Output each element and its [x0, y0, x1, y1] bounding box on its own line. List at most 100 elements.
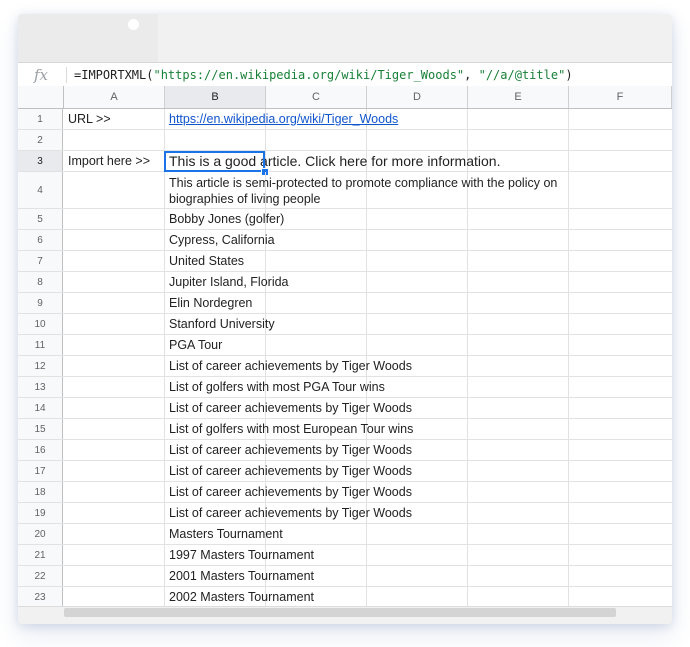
cell-a[interactable]: [64, 335, 165, 355]
horizontal-scrollbar[interactable]: [18, 606, 672, 624]
row-header[interactable]: 5: [18, 209, 63, 229]
cell-b[interactable]: This is a good article. Click here for m…: [165, 151, 645, 171]
cell-a[interactable]: [64, 272, 165, 292]
cell-b[interactable]: Stanford University: [165, 314, 645, 334]
cell-a[interactable]: [64, 130, 165, 150]
row-header[interactable]: 18: [18, 482, 63, 502]
row-header[interactable]: 17: [18, 461, 63, 481]
cell-b[interactable]: PGA Tour: [165, 335, 645, 355]
scrollbar-thumb[interactable]: [64, 608, 616, 617]
cell-b[interactable]: Cypress, California: [165, 230, 645, 250]
row-header[interactable]: 2: [18, 130, 63, 150]
column-header-d[interactable]: D: [367, 86, 468, 108]
cell-a[interactable]: [64, 398, 165, 418]
row-header[interactable]: 6: [18, 230, 63, 250]
cell-a[interactable]: [64, 566, 165, 586]
table-row: 18 List of career achievements by Tiger W…: [18, 482, 672, 503]
formula-xpath-argument: "//a/@title": [478, 68, 566, 82]
row-header[interactable]: 9: [18, 293, 63, 313]
row-header[interactable]: 23: [18, 587, 63, 607]
table-row: 7 United States: [18, 251, 672, 272]
cell-a[interactable]: [64, 172, 165, 208]
row-header[interactable]: 11: [18, 335, 63, 355]
cell-a[interactable]: [64, 461, 165, 481]
select-all-corner[interactable]: [18, 86, 64, 108]
formula-bar[interactable]: fx =IMPORTXML("https://en.wikipedia.org/…: [18, 62, 672, 88]
column-header-a[interactable]: A: [64, 86, 165, 108]
formula-function: =IMPORTXML(: [74, 68, 154, 82]
row-header[interactable]: 15: [18, 419, 63, 439]
cell-a[interactable]: [64, 587, 165, 607]
cell-a[interactable]: [64, 377, 165, 397]
table-row: 22 2001 Masters Tournament: [18, 566, 672, 587]
cell-b[interactable]: List of golfers with most PGA Tour wins: [165, 377, 645, 397]
cell-b[interactable]: List of career achievements by Tiger Woo…: [165, 503, 645, 523]
cell-b[interactable]: Bobby Jones (golfer): [165, 209, 645, 229]
row-header[interactable]: 19: [18, 503, 63, 523]
cell-b[interactable]: Masters Tournament: [165, 524, 645, 544]
cell-b[interactable]: List of career achievements by Tiger Woo…: [165, 398, 645, 418]
url-link-cell[interactable]: https://en.wikipedia.org/wiki/Tiger_Wood…: [165, 109, 645, 129]
column-header-e[interactable]: E: [468, 86, 569, 108]
cell-b[interactable]: Jupiter Island, Florida: [165, 272, 645, 292]
row-header[interactable]: 13: [18, 377, 63, 397]
sheet-grid[interactable]: A B C D E F 1 URL >> https://en.wikipedia.…: [18, 86, 672, 624]
fx-icon: fx: [33, 66, 48, 84]
cell-a[interactable]: [64, 545, 165, 565]
cell-a[interactable]: [64, 440, 165, 460]
cell-b[interactable]: 2001 Masters Tournament: [165, 566, 645, 586]
row-header[interactable]: 3: [18, 151, 63, 171]
cell-b[interactable]: Elin Nordegren: [165, 293, 645, 313]
cell-b[interactable]: List of career achievements by Tiger Woo…: [165, 482, 645, 502]
cell-a[interactable]: [64, 293, 165, 313]
cell-a[interactable]: [64, 230, 165, 250]
cell-a[interactable]: URL >>: [64, 109, 165, 129]
cell-a[interactable]: [64, 482, 165, 502]
column-header-bar: A B C D E F: [18, 86, 672, 109]
formula-input[interactable]: =IMPORTXML("https://en.wikipedia.org/wik…: [74, 63, 573, 87]
cell-a[interactable]: [64, 251, 165, 271]
cell-a[interactable]: [64, 356, 165, 376]
table-row: 20 Masters Tournament: [18, 524, 672, 545]
row-header[interactable]: 10: [18, 314, 63, 334]
column-header-b[interactable]: B: [165, 86, 266, 108]
row-header[interactable]: 20: [18, 524, 63, 544]
cell-a[interactable]: [64, 419, 165, 439]
cell-b[interactable]: List of career achievements by Tiger Woo…: [165, 356, 645, 376]
cell-a[interactable]: [64, 209, 165, 229]
cell-a[interactable]: Import here >>: [64, 151, 165, 171]
table-row: 3 Import here >> This is a good article. C…: [18, 151, 672, 176]
row-header[interactable]: 7: [18, 251, 63, 271]
formula-separator: ,: [464, 68, 479, 82]
row-header[interactable]: 4: [18, 172, 63, 208]
cell-b[interactable]: United States: [165, 251, 645, 271]
cell-a[interactable]: [64, 503, 165, 523]
cell-b[interactable]: List of career achievements by Tiger Woo…: [165, 461, 645, 481]
column-header-f[interactable]: F: [569, 86, 672, 108]
cell-b[interactable]: 1997 Masters Tournament: [165, 545, 645, 565]
cell-a[interactable]: [64, 314, 165, 334]
row-header[interactable]: 1: [18, 109, 63, 129]
cell-a[interactable]: [64, 524, 165, 544]
cell-b[interactable]: List of career achievements by Tiger Woo…: [165, 440, 645, 460]
row-header[interactable]: 22: [18, 566, 63, 586]
row-header[interactable]: 8: [18, 272, 63, 292]
table-row: 13 List of golfers with most PGA Tour win…: [18, 377, 672, 398]
row-header[interactable]: 12: [18, 356, 63, 376]
table-row: 12 List of career achievements by Tiger W…: [18, 356, 672, 377]
table-row: 5 Bobby Jones (golfer): [18, 209, 672, 230]
formula-bar-divider: [66, 67, 67, 83]
window-tab-notch: [128, 19, 139, 30]
table-row: 2: [18, 130, 672, 151]
row-header[interactable]: 14: [18, 398, 63, 418]
table-row: 11 PGA Tour: [18, 335, 672, 356]
cell-b[interactable]: List of golfers with most European Tour …: [165, 419, 645, 439]
cell-b[interactable]: 2002 Masters Tournament: [165, 587, 645, 607]
row-header[interactable]: 16: [18, 440, 63, 460]
column-header-c[interactable]: C: [266, 86, 367, 108]
cell-b[interactable]: [165, 130, 645, 150]
cell-b[interactable]: This article is semi-protected to promot…: [165, 172, 595, 208]
spreadsheet-window: fx =IMPORTXML("https://en.wikipedia.org/…: [18, 14, 672, 624]
table-row: 4 This article is semi-protected to promo…: [18, 172, 672, 209]
row-header[interactable]: 21: [18, 545, 63, 565]
